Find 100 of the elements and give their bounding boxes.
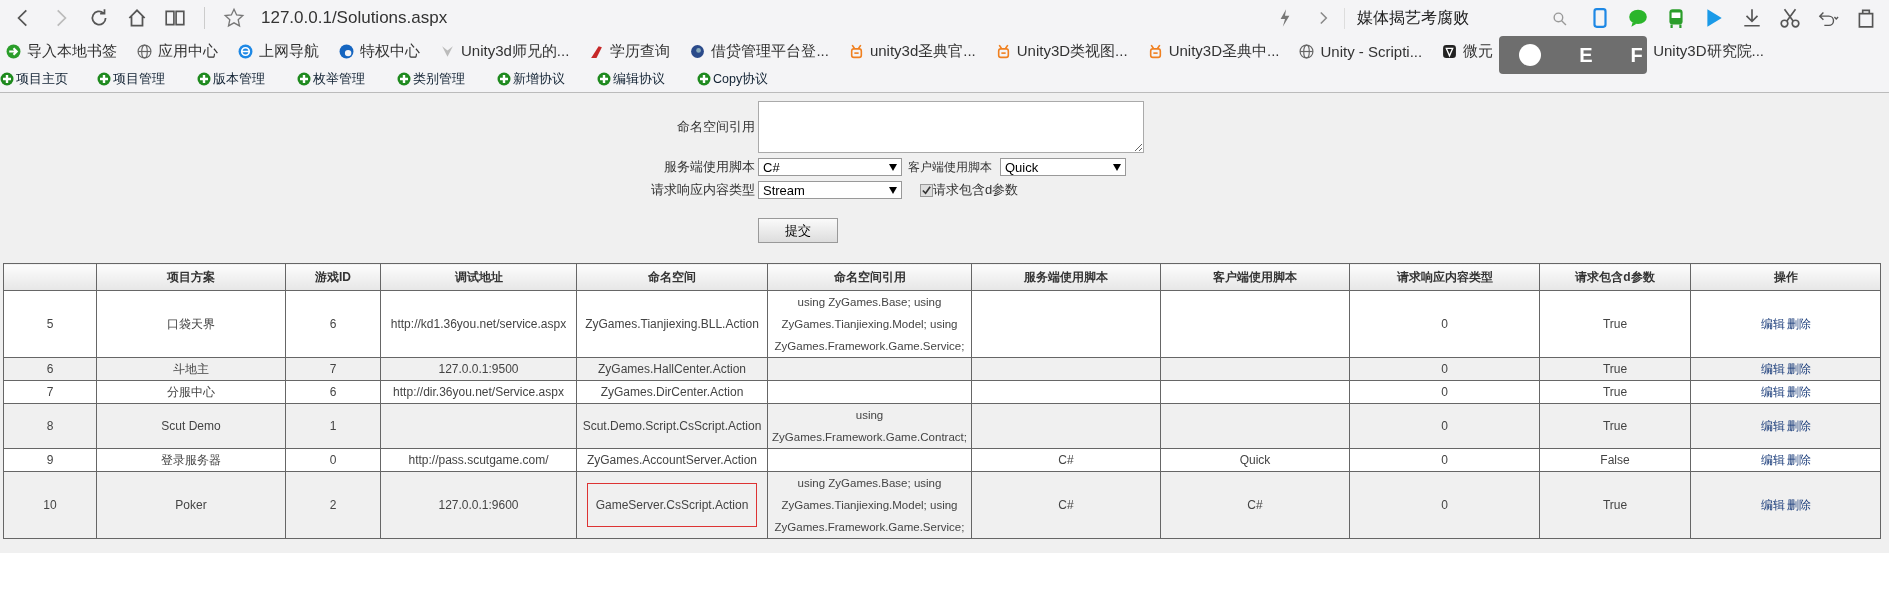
- nav-link[interactable]: 新增协议: [513, 70, 565, 88]
- action-link[interactable]: 编辑: [1760, 452, 1785, 467]
- bookmark[interactable]: 借贷管理平台登...: [711, 41, 829, 61]
- namespace-ref-field[interactable]: [758, 101, 1144, 153]
- bookmark[interactable]: Unity3d师兄的...: [461, 41, 570, 61]
- hint-dot[interactable]: [1519, 44, 1542, 66]
- table-cell: True: [1602, 317, 1628, 331]
- highlighted-cell: GameServer.CsScript.Action: [586, 483, 758, 527]
- column-header: 项目方案: [96, 263, 286, 291]
- nav-link[interactable]: 项目主页: [16, 70, 68, 88]
- table-cell: 0: [1441, 453, 1448, 467]
- table-cell: Poker: [175, 498, 207, 512]
- bookmark[interactable]: Unity3D类视图...: [1016, 41, 1128, 61]
- action-link[interactable]: 删除: [1786, 361, 1811, 376]
- table-cell: 1: [329, 419, 337, 433]
- field-label: 请求响应内容类型: [651, 181, 756, 199]
- home-icon[interactable]: [126, 7, 148, 29]
- table-cell: using ZyGames.Base; using ZyGames.Tianjiexing.Model; using ZyGames.Framework.Game.Service;: [774, 296, 965, 352]
- column-header: 命名空间引用: [767, 263, 972, 291]
- action-link[interactable]: 删除: [1786, 497, 1811, 512]
- table-cell: ZyGames.Tianjiexing.BLL.Action: [585, 317, 759, 331]
- column-header: 服务端使用脚本: [971, 263, 1161, 291]
- plus-icon: [697, 72, 711, 86]
- nav-link[interactable]: 枚举管理: [313, 70, 365, 88]
- table-cell: True: [1602, 498, 1628, 512]
- address-bar[interactable]: 127.0.0.1/Solutions.aspx: [261, 8, 1264, 28]
- bookmark[interactable]: Unity3D圣典中...: [1168, 41, 1280, 61]
- dot-icon: [690, 43, 706, 59]
- scissors-icon[interactable]: [1779, 7, 1801, 29]
- table-cell: 0: [1441, 498, 1448, 512]
- column-header: 调试地址: [380, 263, 577, 291]
- column-header: 客户端使用脚本: [1160, 263, 1350, 291]
- table-cell: 5: [46, 317, 54, 331]
- plus-icon: [497, 72, 511, 86]
- table-cell: 6: [329, 317, 337, 331]
- checkbox[interactable]: [920, 183, 933, 197]
- table-cell: 8: [46, 419, 54, 433]
- table-cell: 登录服务器: [161, 452, 221, 467]
- response-type-select[interactable]: Stream: [758, 181, 902, 199]
- table-cell: Scut.Demo.Script.CsScript.Action: [582, 419, 762, 433]
- table-cell: True: [1602, 385, 1628, 399]
- nav-link[interactable]: 编辑协议: [613, 70, 665, 88]
- table-cell: using ZyGames.Base; using ZyGames.Tianjiexing.Model; using ZyGames.Framework.Game.Service;: [774, 477, 965, 533]
- star-icon[interactable]: [223, 7, 245, 29]
- nav-link[interactable]: Copy协议: [713, 70, 769, 88]
- table-cell: 6: [329, 385, 337, 399]
- bookmark[interactable]: 微元: [1463, 41, 1494, 61]
- plus-icon: [297, 72, 311, 86]
- bookmark[interactable]: 特权中心: [360, 41, 420, 61]
- nav-link[interactable]: 类别管理: [413, 70, 465, 88]
- bookmark[interactable]: Unity3D研究院...: [1653, 41, 1765, 61]
- table-cell: 口袋天界: [167, 316, 215, 331]
- table-cell: 0: [1441, 419, 1448, 433]
- bookmark[interactable]: 上网导航: [259, 41, 319, 61]
- field-label: 客户端使用脚本: [908, 158, 993, 176]
- table-cell: 7: [329, 362, 337, 376]
- download-icon[interactable]: [1741, 7, 1763, 29]
- caret-icon: [889, 163, 897, 171]
- action-link[interactable]: 删除: [1786, 384, 1811, 399]
- nav-link[interactable]: 版本管理: [213, 70, 265, 88]
- action-link[interactable]: 编辑: [1760, 497, 1785, 512]
- table-cell: Quick: [1239, 453, 1271, 467]
- action-link[interactable]: 编辑: [1760, 361, 1785, 376]
- hint-key[interactable]: F: [1630, 43, 1643, 67]
- action-link[interactable]: 编辑: [1760, 316, 1785, 331]
- action-link[interactable]: 删除: [1786, 452, 1811, 467]
- table-cell: 127.0.0.1:9600: [438, 498, 519, 512]
- table-cell: True: [1602, 362, 1628, 376]
- table-cell: http://dir.36you.net/Service.aspx: [393, 385, 564, 399]
- search-icon[interactable]: [1552, 10, 1567, 26]
- table-cell: ZyGames.AccountServer.Action: [586, 453, 758, 467]
- table-cell: 2: [329, 498, 337, 512]
- table-cell: 127.0.0.1:9500: [438, 362, 519, 376]
- table-cell: False: [1600, 453, 1630, 467]
- bookmark[interactable]: 学历查询: [610, 41, 671, 61]
- search-field[interactable]: 媒体揭艺考腐败: [1344, 7, 1567, 29]
- table-cell: 0: [1441, 362, 1448, 376]
- action-link[interactable]: 编辑: [1760, 418, 1785, 433]
- action-link[interactable]: 编辑: [1760, 384, 1785, 399]
- table-cell: ZyGames.DirCenter.Action: [600, 385, 744, 399]
- action-link[interactable]: 删除: [1786, 316, 1811, 331]
- table-cell: C#: [1247, 498, 1263, 512]
- table-cell: 分服中心: [167, 384, 215, 399]
- column-header: 操作: [1690, 263, 1881, 291]
- checkbox-label: 请求包含d参数: [933, 181, 1019, 199]
- bookmark[interactable]: unity3d圣典官...: [869, 41, 976, 61]
- nav-link[interactable]: 项目管理: [113, 70, 165, 88]
- globe-icon: [1299, 43, 1315, 59]
- field-label: 服务端使用脚本: [664, 158, 756, 176]
- hint-key[interactable]: E: [1579, 43, 1593, 67]
- action-link[interactable]: 删除: [1786, 418, 1811, 433]
- table-cell: http://kd1.36you.net/service.aspx: [390, 317, 567, 331]
- table-cell: 9: [46, 453, 54, 467]
- bookmark[interactable]: 应用中心: [158, 41, 218, 61]
- server-script-select[interactable]: C#: [758, 158, 902, 176]
- bookmark[interactable]: 导入本地书签: [27, 41, 117, 61]
- bookmark[interactable]: Unity - Scripti...: [1320, 42, 1423, 60]
- client-script-select[interactable]: Quick: [1000, 158, 1126, 176]
- e-icon: [238, 43, 253, 59]
- submit-button[interactable]: 提交: [758, 218, 838, 243]
